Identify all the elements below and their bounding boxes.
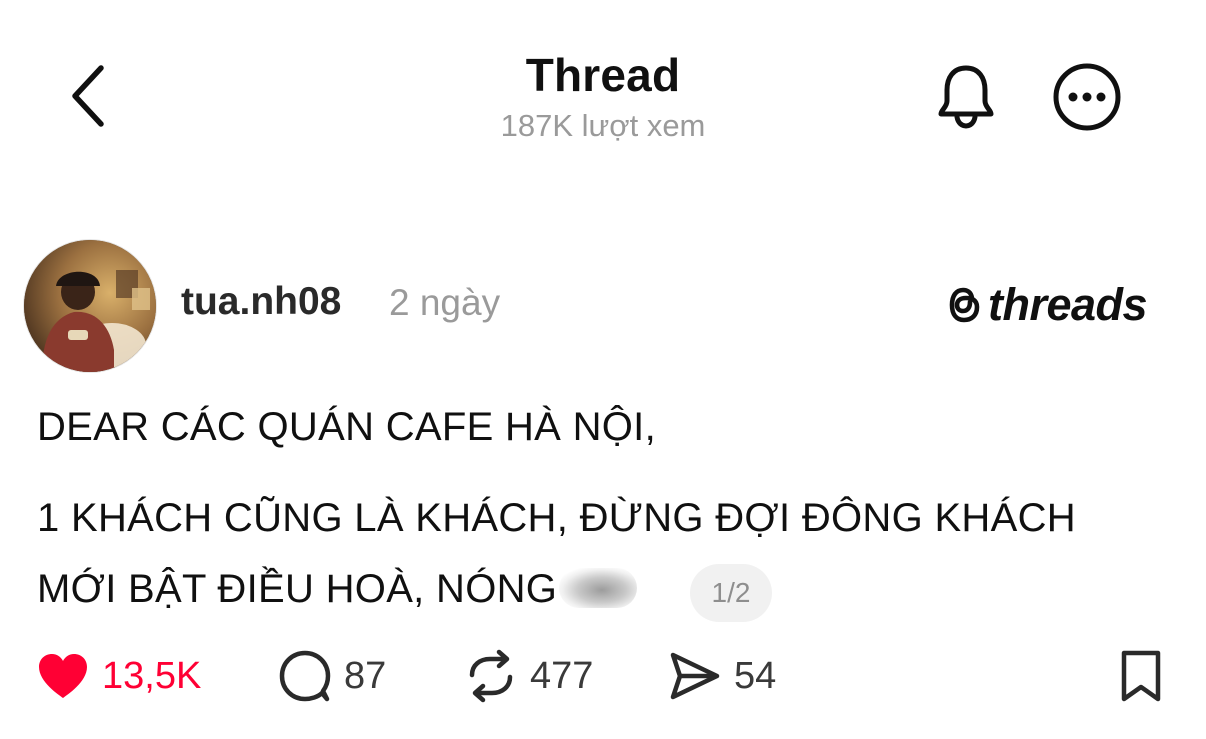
threads-logo: threads: [942, 279, 1148, 330]
bookmark-icon: [1121, 650, 1161, 702]
username[interactable]: tua.nh08: [181, 280, 341, 324]
like-count: 13,5K: [102, 654, 202, 697]
post-text-fragment: MỚI BẬT ĐIỀU HOÀ, NÓNG: [37, 567, 558, 611]
page-indicator-badge[interactable]: 1/2: [690, 564, 772, 622]
repost-button[interactable]: 477: [464, 646, 593, 706]
more-options-button[interactable]: [1050, 60, 1124, 134]
heart-filled-icon: [39, 654, 87, 698]
threads-wordmark: threads: [988, 279, 1148, 330]
send-icon: [670, 652, 720, 700]
share-button[interactable]: 54: [668, 646, 776, 706]
repost-count: 477: [530, 654, 594, 697]
post-text-line: 1 KHÁCH CŨNG LÀ KHÁCH, ĐỪNG ĐỢI ĐÔNG KHÁ…: [37, 496, 1076, 540]
back-button[interactable]: [58, 60, 118, 132]
view-count: 187K lượt xem: [500, 108, 706, 143]
post-text-line: DEAR CÁC QUÁN CAFE HÀ NỘI,: [37, 405, 656, 449]
repost-icon: [469, 649, 513, 703]
share-count: 54: [734, 654, 777, 697]
post-text-line-last: MỚI BẬT ĐIỀU HOÀ, NÓNG: [37, 567, 638, 612]
avatar[interactable]: [24, 240, 156, 372]
profile-photo: [24, 240, 156, 372]
more-circle-icon: [1053, 63, 1121, 131]
blurred-text: [559, 568, 638, 608]
comment-count: 87: [344, 654, 387, 697]
save-button[interactable]: [1118, 646, 1164, 706]
page-title: Thread: [525, 49, 681, 101]
comment-bubble-icon: [279, 650, 331, 702]
like-button[interactable]: 13,5K: [36, 646, 201, 706]
chevron-left-icon: [72, 65, 104, 127]
post-timestamp: 2 ngày: [389, 282, 501, 323]
notifications-button[interactable]: [931, 60, 1001, 132]
threads-at-icon: [949, 287, 980, 323]
comment-button[interactable]: 87: [278, 646, 386, 706]
bell-icon: [938, 65, 994, 129]
